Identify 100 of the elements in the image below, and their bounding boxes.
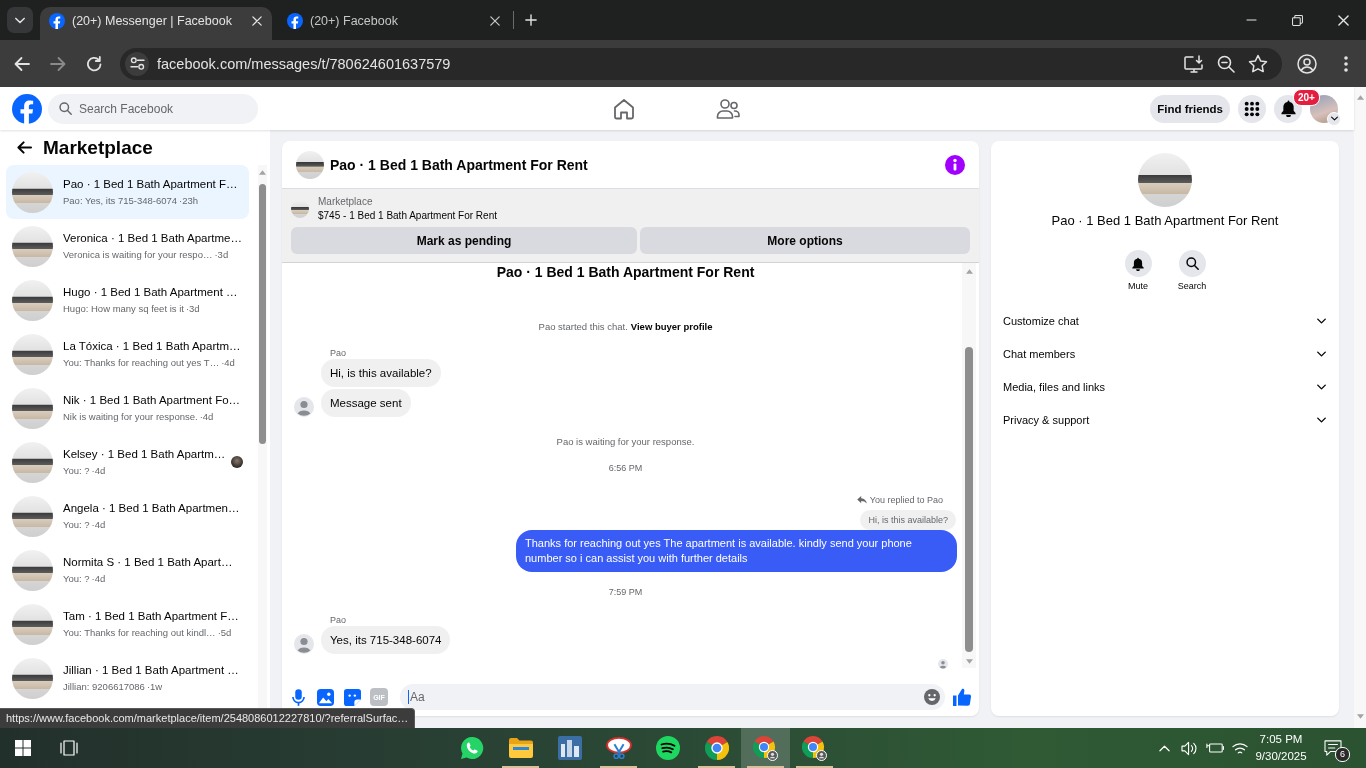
message-preview: You: ? xyxy=(63,464,90,477)
reload-icon[interactable] xyxy=(86,55,102,72)
scrollbar-thumb[interactable] xyxy=(259,184,266,444)
bell-icon xyxy=(1132,256,1144,271)
image-icon[interactable] xyxy=(316,688,334,706)
listing-photo xyxy=(296,150,324,179)
start-menu-icon[interactable] xyxy=(15,740,31,756)
emoji-icon[interactable] xyxy=(924,689,940,705)
info-icon[interactable] xyxy=(945,154,965,175)
conversation-item[interactable]: Jillian · 1 Bed 1 Bath Apartment … Jillian: 9206617086 ·1w xyxy=(6,651,249,705)
browser-profile-icon xyxy=(753,735,778,761)
sender-name: Pao xyxy=(330,347,346,359)
wifi-icon[interactable] xyxy=(1231,741,1248,755)
speaker-icon[interactable] xyxy=(1181,740,1198,756)
clock-date[interactable]: 9/30/2025 xyxy=(1255,748,1307,765)
install-icon[interactable] xyxy=(1184,54,1204,73)
message-bubble: Message sent xyxy=(321,389,411,417)
taskbar-button[interactable] xyxy=(741,728,790,768)
scrollbar[interactable] xyxy=(962,263,976,668)
search-field[interactable]: Search Facebook xyxy=(48,93,258,124)
find-friends-button[interactable]: Find friends xyxy=(1150,94,1230,123)
thumbs-up-icon[interactable] xyxy=(953,688,971,706)
facebook-logo-icon[interactable] xyxy=(12,93,42,124)
conversation-item[interactable]: La Tóxica · 1 Bed 1 Bath Apartm… You: Thanks for reaching out yes T… ·4d xyxy=(6,327,249,381)
home-icon[interactable] xyxy=(613,97,635,120)
details-section[interactable]: Media, files and links xyxy=(991,370,1339,403)
browser-profile-icon xyxy=(802,735,827,761)
message-preview: Veronica is waiting for your respo… xyxy=(63,248,213,261)
conversation-title: La Tóxica · 1 Bed 1 Bath Apartm… xyxy=(63,339,241,354)
conversation-item[interactable]: Angela · 1 Bed 1 Bath Apartmen… You: ? ·4d xyxy=(6,489,249,543)
details-section[interactable]: Chat members xyxy=(991,337,1339,370)
zoom-out-icon[interactable] xyxy=(1217,54,1235,73)
browser-tab[interactable]: (20+) Messenger | Facebook xyxy=(40,7,272,40)
close-icon[interactable] xyxy=(1337,14,1349,26)
close-icon[interactable] xyxy=(490,15,500,26)
new-tab-icon[interactable] xyxy=(525,14,537,26)
details-section[interactable]: Privacy & support xyxy=(991,403,1339,436)
message-time: ·23h xyxy=(179,194,199,207)
menu-button[interactable] xyxy=(1238,94,1266,123)
message-time: ·4d xyxy=(221,356,235,369)
listing-label: Marketplace xyxy=(318,195,374,208)
listing-photo xyxy=(12,279,53,321)
conversation-item[interactable]: Veronica · 1 Bed 1 Bath Apartme… Veronica is waiting for your respo… ·3d xyxy=(6,219,249,273)
battery-icon[interactable] xyxy=(1205,742,1224,754)
message-bubble: Yes, its 715-348-6074 xyxy=(321,626,451,654)
conversation-item[interactable]: Pao · 1 Bed 1 Bath Apartment F… Pao: Yes, its 715-348-6074 ·23h xyxy=(6,165,249,219)
message-time: ·1w xyxy=(146,680,163,693)
grid-icon xyxy=(1244,100,1260,117)
conversation-item[interactable]: Normita S · 1 Bed 1 Bath Apart… You: ? ·4d xyxy=(6,543,249,597)
listing-photo xyxy=(12,657,53,699)
reply-note: You replied to Pao xyxy=(869,494,943,506)
friends-icon[interactable] xyxy=(716,97,740,120)
address-bar[interactable]: facebook.com/messages/t/780624601637579 xyxy=(120,47,1282,80)
bell-icon xyxy=(1280,100,1296,117)
restore-icon[interactable] xyxy=(1291,14,1303,26)
task-view-icon[interactable] xyxy=(60,740,78,756)
account-icon[interactable] xyxy=(1297,53,1317,74)
profile-link[interactable]: View buyer profile xyxy=(630,321,713,332)
listing-title: $745 - 1 Bed 1 Bath Apartment For Rent xyxy=(318,209,497,222)
details-section[interactable]: Customize chat xyxy=(991,304,1339,337)
message-preview: You: Thanks for reaching out kindl… xyxy=(63,626,216,639)
minimize-icon[interactable] xyxy=(1245,19,1257,21)
conversation-item[interactable]: Tam · 1 Bed 1 Bath Apartment F… You: Thanks for reaching out kindl… ·5d xyxy=(6,597,249,651)
tune-icon xyxy=(129,57,145,70)
more-menu-icon[interactable] xyxy=(1344,55,1348,72)
search-icon xyxy=(59,102,72,115)
conversation-item[interactable]: Nik · 1 Bed 1 Bath Apartment Fo… Nik is waiting for your response. ·4d xyxy=(6,381,249,435)
mute-button[interactable] xyxy=(1124,250,1152,277)
message-time: ·4d xyxy=(91,464,106,477)
listing-action-button[interactable]: More options xyxy=(640,227,970,254)
back-arrow-icon[interactable] xyxy=(17,141,32,154)
chevron-down-icon xyxy=(1330,116,1338,121)
clock-time[interactable]: 7:05 PM xyxy=(1259,731,1303,748)
listing-photo xyxy=(12,603,53,645)
browser-tab[interactable]: (20+) Facebook xyxy=(278,7,510,40)
forward-arrow-icon[interactable] xyxy=(50,55,66,72)
message-preview: Nik is waiting for your response. xyxy=(63,410,198,423)
conversation-title: Angela · 1 Bed 1 Bath Apartmen… xyxy=(63,501,240,516)
chevron-up-icon[interactable] xyxy=(1159,744,1170,752)
sticker-icon[interactable] xyxy=(343,688,361,706)
site-info-button[interactable] xyxy=(125,51,149,76)
text-cursor xyxy=(408,690,409,704)
tab-search-button[interactable] xyxy=(7,7,33,33)
seen-avatar-icon xyxy=(938,659,948,669)
conversation-title: Normita S · 1 Bed 1 Bath Apart… xyxy=(63,555,233,570)
message-input[interactable]: Aa xyxy=(400,684,945,710)
conversation-item[interactable]: Kelsey · 1 Bed 1 Bath Apartm… You: ? ·4d xyxy=(6,435,249,489)
chat-bubble-icon xyxy=(459,736,484,760)
scrollbar-thumb[interactable] xyxy=(965,347,973,652)
message-preview: You: Thanks for reaching out yes T… xyxy=(63,356,220,369)
chat-title: Pao · 1 Bed 1 Bath Apartment For Rent xyxy=(1051,213,1279,229)
listing-photo xyxy=(291,199,309,218)
listing-action-button[interactable]: Mark as pending xyxy=(291,227,637,254)
microphone-icon[interactable] xyxy=(291,688,305,706)
conversation-item[interactable]: Hugo · 1 Bed 1 Bath Apartment … Hugo: How many sq feet is it ·3d xyxy=(6,273,249,327)
search-button[interactable] xyxy=(1178,250,1206,277)
close-icon[interactable] xyxy=(252,15,262,26)
star-icon[interactable] xyxy=(1248,54,1268,73)
notification-icon[interactable] xyxy=(1324,740,1342,756)
conversation-title: Nik · 1 Bed 1 Bath Apartment Fo… xyxy=(63,393,241,408)
